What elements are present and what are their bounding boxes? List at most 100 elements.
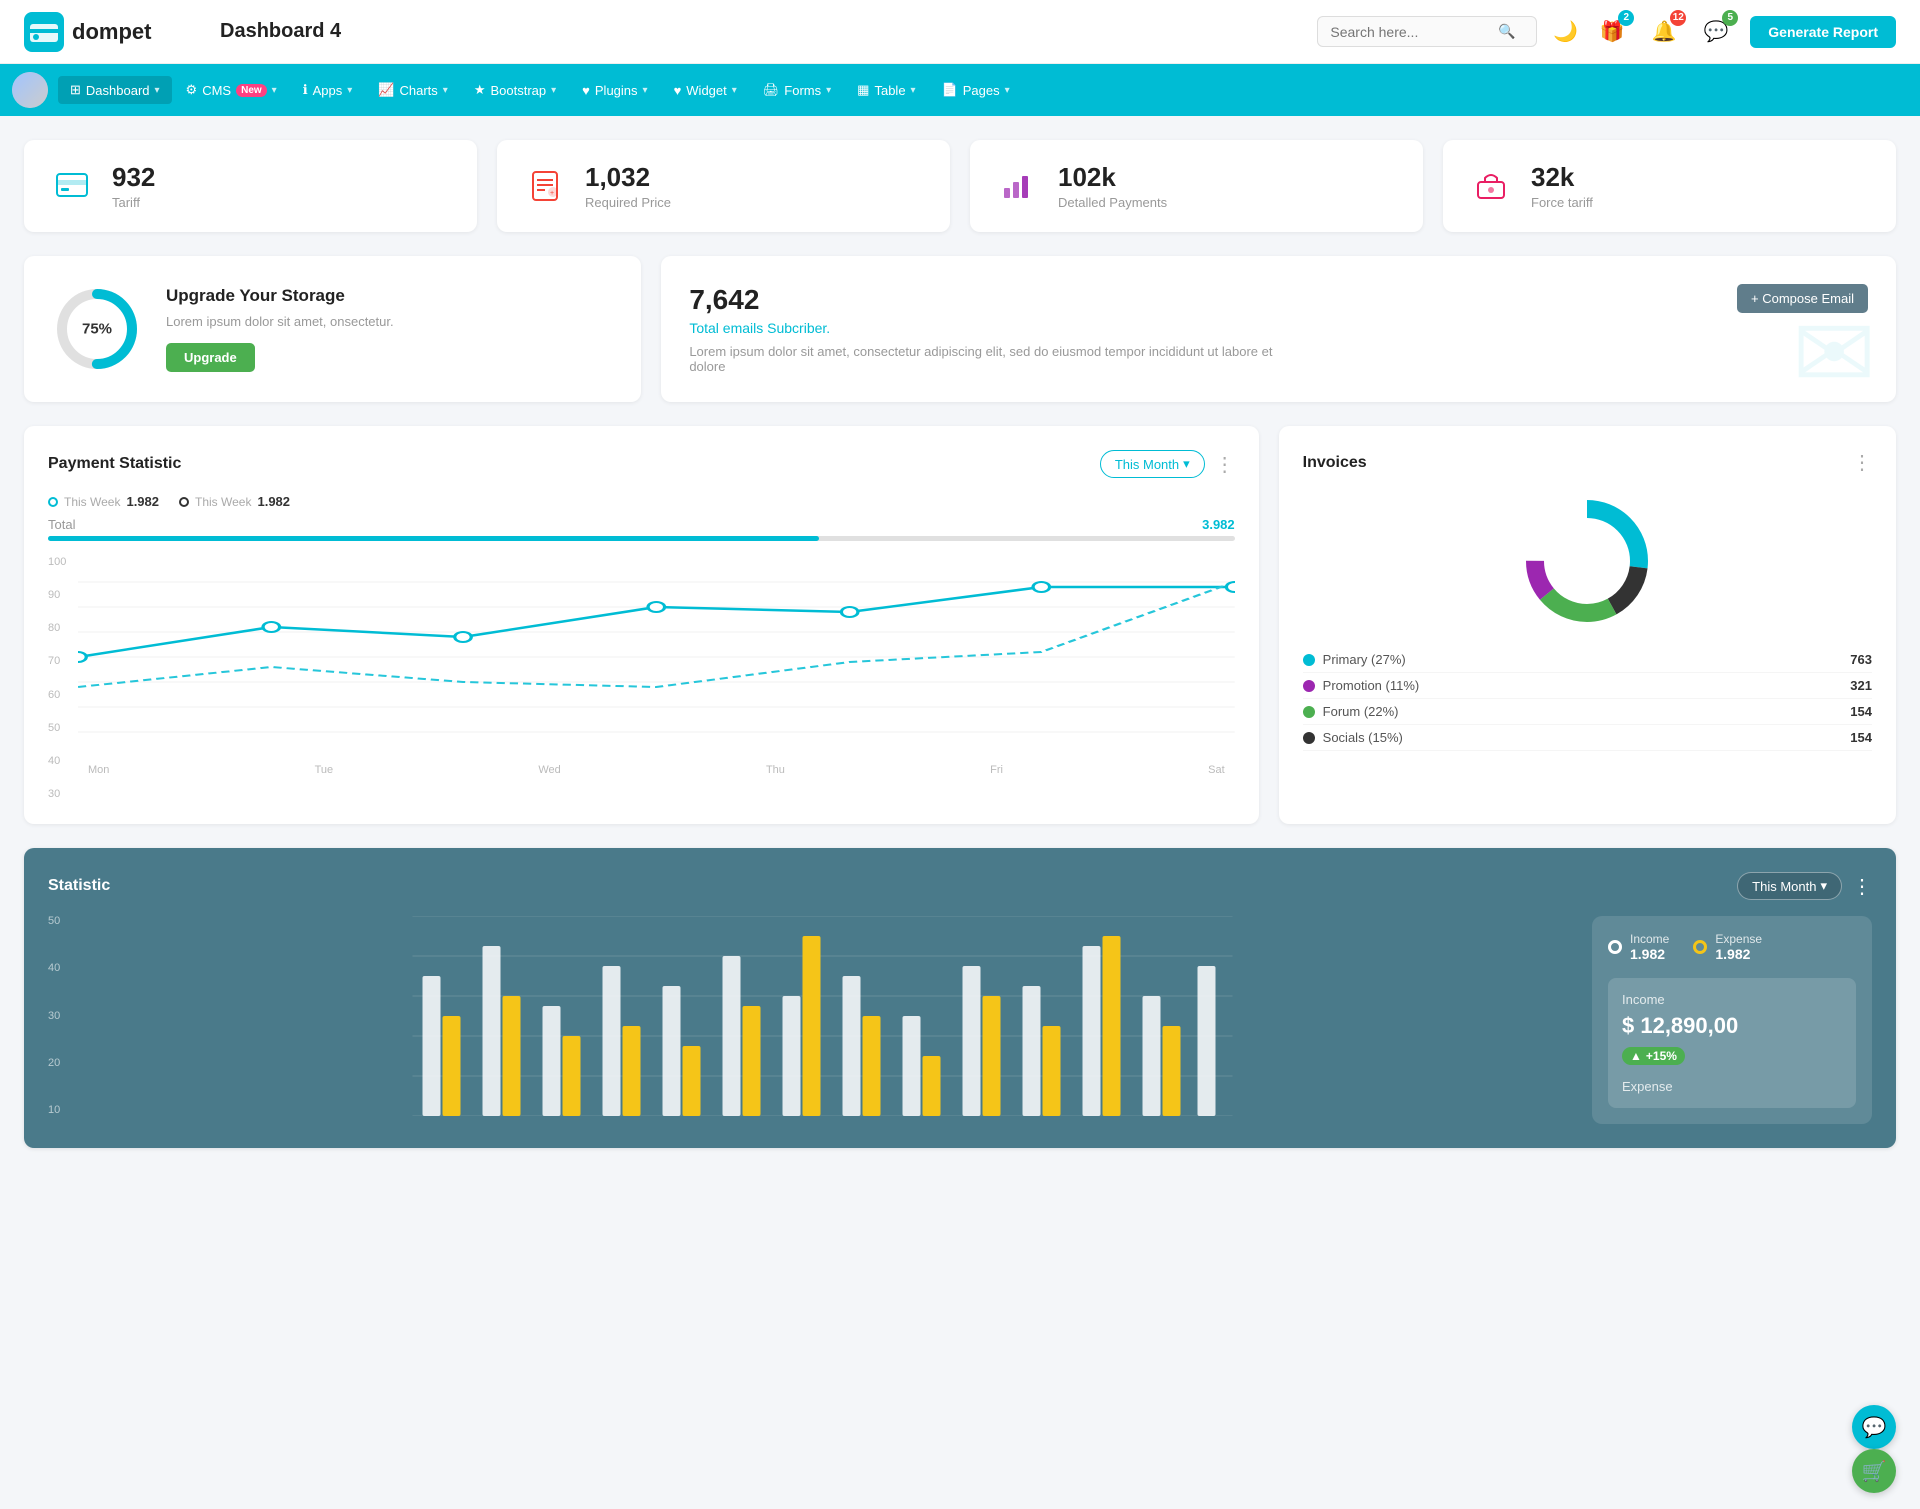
invoices-donut: [1303, 491, 1872, 631]
table-icon: ▦: [857, 82, 869, 98]
payment-header: Payment Statistic This Month ▾ ⋮: [48, 450, 1235, 478]
stat-info-tariff: 932 Tariff: [112, 162, 155, 210]
chevron-down-icon: ▾: [551, 85, 556, 96]
stat-info-force-tariff: 32k Force tariff: [1531, 162, 1593, 210]
widget-icon: ♥: [674, 83, 682, 98]
income-badge: ▲ +15%: [1622, 1047, 1685, 1065]
payment-more-button[interactable]: ⋮: [1215, 452, 1235, 477]
chevron-down-icon: ▾: [911, 85, 916, 96]
storage-percent: 75%: [82, 321, 112, 338]
invoices-legend: Primary (27%) 763 Promotion (11%) 321 Fo…: [1303, 647, 1872, 751]
chevron-down-icon: ▾: [443, 85, 448, 96]
chevron-down-icon: ▾: [1820, 878, 1827, 894]
cart-icon: 🛒: [1862, 1459, 1887, 1484]
legend-dot-dark: [179, 497, 189, 507]
statistic-content: 50 40 30 20 10: [48, 916, 1872, 1124]
progress-fill: [48, 536, 819, 541]
force-tariff-value: 32k: [1531, 162, 1593, 193]
bar-chart-area: 50 40 30 20 10: [48, 916, 1572, 1124]
logo-icon: [24, 12, 64, 52]
nav-item-cms[interactable]: ⚙ CMS New ▾: [174, 76, 289, 104]
navigation: ⊞ Dashboard ▾ ⚙ CMS New ▾ ℹ Apps ▾ 📈 Cha…: [0, 64, 1920, 116]
nav-item-forms[interactable]: 🖨 Forms ▾: [751, 76, 843, 104]
cms-new-badge: New: [236, 84, 267, 97]
statistic-right-panel: Income 1.982 Expense 1.982 Income $: [1592, 916, 1872, 1124]
statistic-header-right: This Month ▾ ⋮: [1737, 872, 1872, 900]
chevron-down-icon: ▾: [1183, 456, 1190, 472]
detailed-payments-label: Detalled Payments: [1058, 195, 1167, 210]
force-tariff-icon: [1467, 162, 1515, 210]
notification-button[interactable]: 🔔 12: [1646, 14, 1682, 50]
income-legend-item: Income 1.982: [1608, 932, 1669, 962]
tariff-icon: [48, 162, 96, 210]
payment-progress-bar: [48, 536, 1235, 541]
nav-item-plugins[interactable]: ♥ Plugins ▾: [570, 77, 659, 104]
search-bar: 🔍: [1317, 16, 1537, 47]
chevron-down-icon: ▾: [643, 85, 648, 96]
header-icons: 🌙 🎁 2 🔔 12 💬 5 Generate Report: [1553, 14, 1896, 50]
dark-mode-icon[interactable]: 🌙: [1553, 19, 1578, 44]
search-icon[interactable]: 🔍: [1498, 23, 1515, 40]
invoices-more-button[interactable]: ⋮: [1852, 450, 1872, 475]
total-label: Total: [48, 517, 75, 532]
total-value: 3.982: [1202, 517, 1235, 532]
upgrade-button[interactable]: Upgrade: [166, 343, 255, 372]
line-chart-svg: [78, 557, 1235, 757]
forms-icon: 🖨: [763, 82, 780, 98]
plugins-icon: ♥: [582, 83, 590, 98]
bootstrap-icon: ★: [474, 82, 486, 98]
storage-info: Upgrade Your Storage Lorem ipsum dolor s…: [166, 286, 394, 372]
middle-row: 75% Upgrade Your Storage Lorem ipsum dol…: [24, 256, 1896, 402]
dashboard-icon: ⊞: [70, 82, 81, 98]
force-tariff-label: Force tariff: [1531, 195, 1593, 210]
statistic-month-select[interactable]: This Month ▾: [1737, 872, 1842, 900]
pages-icon: 📄: [942, 82, 958, 98]
cms-icon: ⚙: [186, 82, 198, 98]
nav-item-table[interactable]: ▦ Table ▾: [845, 76, 927, 104]
email-bg-icon: ✉: [1792, 295, 1876, 402]
legend-item-2: This Week 1.982: [179, 494, 290, 509]
stat-info-required-price: 1,032 Required Price: [585, 162, 671, 210]
required-price-label: Required Price: [585, 195, 671, 210]
storage-title: Upgrade Your Storage: [166, 286, 394, 306]
nav-item-charts[interactable]: 📈 Charts ▾: [366, 76, 460, 104]
this-month-select[interactable]: This Month ▾: [1100, 450, 1205, 478]
stat-card-detailed-payments: 102k Detalled Payments: [970, 140, 1423, 232]
email-card-top: 7,642 Total emails Subcriber. Lorem ipsu…: [689, 284, 1868, 374]
fab-support-button[interactable]: 💬: [1852, 1405, 1896, 1449]
nav-item-apps[interactable]: ℹ Apps ▾: [291, 76, 365, 104]
nav-item-pages[interactable]: 📄 Pages ▾: [930, 76, 1022, 104]
nav-item-dashboard[interactable]: ⊞ Dashboard ▾: [58, 76, 172, 104]
chevron-down-icon: ▾: [347, 85, 352, 96]
chevron-down-icon: ▾: [732, 85, 737, 96]
email-label: Total emails Subcriber.: [689, 320, 1289, 336]
nav-item-bootstrap[interactable]: ★ Bootstrap ▾: [462, 76, 568, 104]
y-axis-labels: 100 90 80 70 60 50 40 30: [48, 557, 66, 800]
chevron-down-icon: ▾: [1005, 85, 1010, 96]
gift-button[interactable]: 🎁 2: [1594, 14, 1630, 50]
payment-card: Payment Statistic This Month ▾ ⋮ This We…: [24, 426, 1259, 824]
stat-card-tariff: 932 Tariff: [24, 140, 477, 232]
legend-dot-teal: [48, 497, 58, 507]
forum-dot: [1303, 706, 1315, 718]
email-count: 7,642: [689, 284, 1289, 316]
generate-report-button[interactable]: Generate Report: [1750, 16, 1896, 48]
message-button[interactable]: 💬 5: [1698, 14, 1734, 50]
income-label: Income: [1622, 992, 1842, 1007]
statistic-title: Statistic: [48, 877, 110, 895]
fab-cart-button[interactable]: 🛒: [1852, 1449, 1896, 1493]
statistic-more-button[interactable]: ⋮: [1852, 874, 1872, 899]
payment-title: Payment Statistic: [48, 455, 181, 473]
stat-cards-row: 932 Tariff + 1,032 Required Price 102k D…: [24, 140, 1896, 232]
statistic-legend: Income 1.982 Expense 1.982: [1608, 932, 1856, 962]
storage-donut: 75%: [52, 284, 142, 374]
promotion-dot: [1303, 680, 1315, 692]
bar-chart-svg: [48, 916, 1572, 1116]
nav-item-widget[interactable]: ♥ Widget ▾: [662, 77, 749, 104]
svg-text:+: +: [550, 190, 554, 197]
gift-badge: 2: [1618, 10, 1634, 26]
search-input[interactable]: [1330, 24, 1490, 40]
email-card: 7,642 Total emails Subcriber. Lorem ipsu…: [661, 256, 1896, 402]
payment-legend: This Week 1.982 This Week 1.982: [48, 494, 1235, 509]
income-box: Income $ 12,890,00 ▲ +15% Expense: [1608, 978, 1856, 1108]
